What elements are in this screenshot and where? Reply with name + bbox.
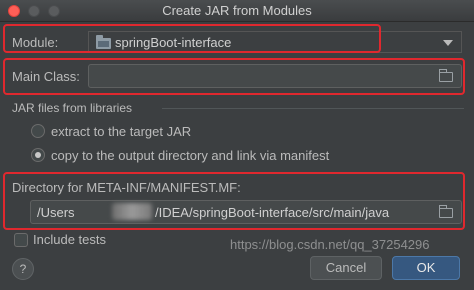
module-select-value: springBoot-interface <box>115 35 232 50</box>
ok-button[interactable]: OK <box>392 256 460 280</box>
extract-radio[interactable] <box>31 124 45 138</box>
title-bar: Create JAR from Modules <box>0 0 474 22</box>
help-button[interactable]: ? <box>12 258 34 280</box>
cancel-button[interactable]: Cancel <box>310 256 382 280</box>
chevron-down-icon <box>443 40 453 46</box>
main-class-input[interactable] <box>88 64 462 88</box>
extract-radio-label: extract to the target JAR <box>51 124 192 139</box>
module-label: Module: <box>12 35 59 50</box>
include-tests-checkbox[interactable] <box>14 233 28 247</box>
copy-link-radio[interactable] <box>31 148 45 162</box>
manifest-dir-input[interactable]: /Users /IDEA/springBoot-interface/src/ma… <box>30 200 462 224</box>
browse-folder-icon[interactable] <box>439 69 453 82</box>
manifest-dir-value-suffix: /IDEA/springBoot-interface/src/main/java <box>155 205 390 220</box>
manifest-dir-label: Directory for META-INF/MANIFEST.MF: <box>12 180 241 195</box>
watermark-text: https://blog.csdn.net/qq_37254296 <box>230 237 430 252</box>
browse-folder-icon[interactable] <box>439 205 453 218</box>
redacted-username <box>112 203 152 220</box>
window-title: Create JAR from Modules <box>162 3 312 18</box>
manifest-dir-value-prefix: /Users <box>37 205 75 220</box>
module-select[interactable]: springBoot-interface <box>88 31 462 53</box>
section-divider <box>162 108 464 109</box>
module-folder-icon <box>96 35 111 49</box>
jar-files-section-label: JAR files from libraries <box>12 101 133 115</box>
copy-link-radio-label: copy to the output directory and link vi… <box>51 148 330 163</box>
include-tests-label: Include tests <box>33 232 106 247</box>
main-class-label: Main Class: <box>12 69 80 84</box>
